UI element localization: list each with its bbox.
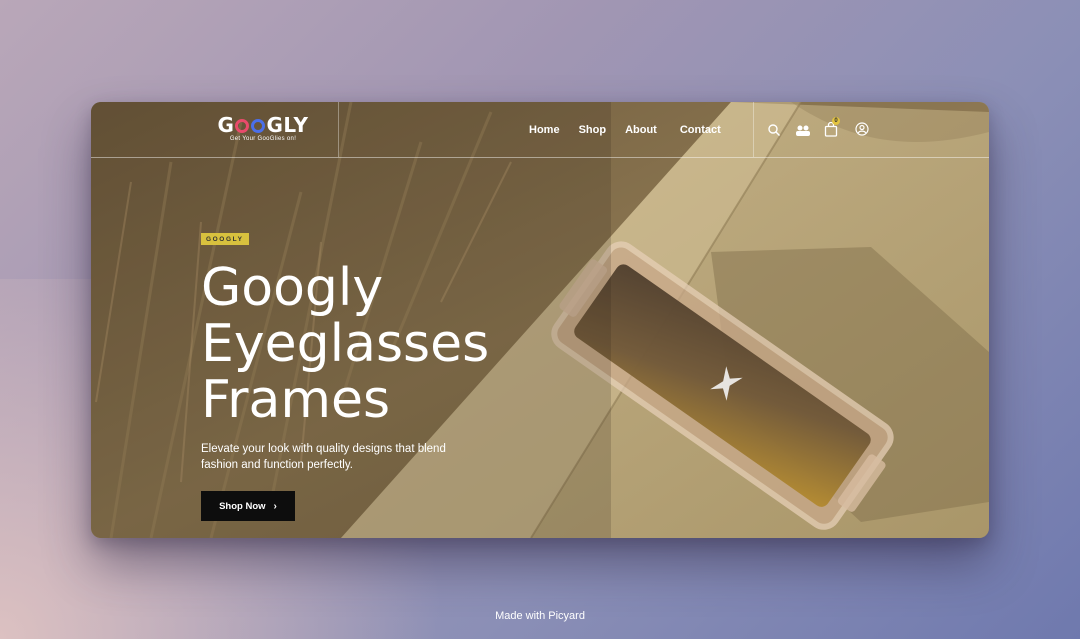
brand-logo[interactable]: G GLY Get Your GooGlies on! [209, 114, 317, 142]
header-divider [753, 102, 754, 157]
main-nav: Home Shop About Contact [529, 124, 721, 136]
chevron-right-icon: › [273, 500, 277, 512]
cart-count-badge: 0 [832, 117, 840, 125]
search-icon[interactable] [767, 123, 781, 137]
hero-title-line: Googly [201, 258, 384, 318]
shop-now-button[interactable]: Shop Now › [201, 491, 295, 521]
hero-title-line: Eyeglasses [201, 314, 490, 374]
brand-logo-wordmark: G GLY [217, 113, 309, 137]
hero-tag-badge: GOOGLY [201, 233, 249, 245]
made-with-credit: Made with Picyard [495, 610, 585, 622]
hero-subtitle: Elevate your look with quality designs t… [201, 443, 446, 471]
shop-now-label: Shop Now [219, 500, 266, 512]
account-group-icon[interactable] [795, 123, 811, 137]
header-divider [338, 102, 339, 157]
nav-home-link[interactable]: Home [529, 124, 560, 136]
nav-about-link[interactable]: About [625, 124, 657, 136]
hero-title: Googly Eyeglasses Frames [201, 260, 581, 428]
nav-contact-link[interactable]: Contact [680, 124, 721, 136]
site-header: G GLY Get Your GooGlies on! Home Shop Abo… [91, 102, 989, 158]
user-icon[interactable] [855, 122, 869, 136]
hero-frame: G GLY Get Your GooGlies on! Home Shop Abo… [91, 102, 989, 538]
hero-title-line: Frames [201, 370, 391, 430]
nav-shop-link[interactable]: Shop [579, 124, 607, 136]
